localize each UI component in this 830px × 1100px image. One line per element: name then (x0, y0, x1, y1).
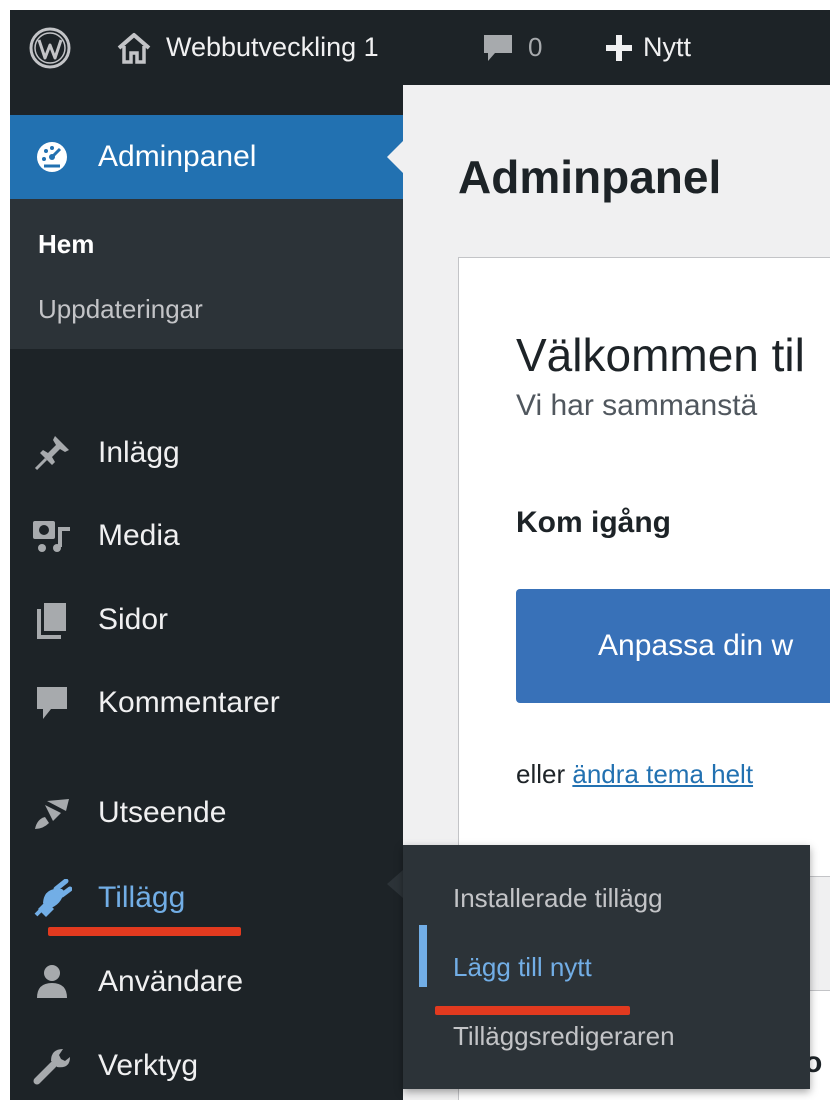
menu-label-media: Media (98, 519, 180, 552)
user-icon (32, 962, 72, 1002)
welcome-panel: Välkommen til Vi har sammanstä Kom igång… (458, 257, 830, 877)
menu-item-pages[interactable]: Sidor (10, 580, 403, 660)
annotation-underline-plugins (48, 927, 241, 936)
comment-icon (32, 683, 72, 723)
get-started-heading: Kom igång (516, 506, 671, 539)
plus-icon (606, 34, 632, 61)
wp-admin-window: Webbutveckling 1 0 Nytt Adminpanel Hem U… (10, 10, 830, 1100)
menu-label-appearance: Utseende (98, 796, 227, 829)
submenu-item-home[interactable]: Hem (38, 229, 94, 260)
site-name: Webbutveckling 1 (166, 32, 379, 62)
change-theme-link[interactable]: ändra tema helt (572, 759, 753, 789)
home-icon (117, 32, 151, 64)
flyout-item-add-new[interactable]: Lägg till nytt (453, 952, 592, 983)
flyout-item-plugin-editor[interactable]: Tilläggsredigeraren (453, 1021, 675, 1052)
welcome-subtitle: Vi har sammanstä (516, 389, 758, 422)
pages-icon (32, 600, 72, 640)
comment-count: 0 (528, 32, 543, 62)
site-name-link[interactable]: Webbutveckling 1 (116, 10, 379, 85)
menu-item-users[interactable]: Användare (10, 942, 403, 1022)
menu-item-appearance[interactable]: Utseende (10, 773, 403, 853)
admin-bar: Webbutveckling 1 0 Nytt (10, 10, 830, 85)
customize-site-button[interactable]: Anpassa din w (516, 589, 830, 703)
menu-item-posts[interactable]: Inlägg (10, 413, 403, 493)
menu-item-dashboard[interactable]: Adminpanel (10, 115, 403, 199)
submenu-item-updates[interactable]: Uppdateringar (38, 294, 203, 325)
menu-label-comments: Kommentarer (98, 686, 280, 719)
pin-icon (32, 433, 72, 473)
wordpress-logo-button[interactable] (28, 10, 72, 85)
comments-link[interactable]: 0 (482, 10, 542, 85)
admin-menu: Adminpanel Hem Uppdateringar Inlägg Medi… (10, 85, 403, 1100)
wordpress-logo-icon (29, 27, 71, 68)
new-label: Nytt (643, 32, 692, 62)
flyout-item-installed-plugins[interactable]: Installerade tillägg (453, 883, 663, 914)
or-text: eller (516, 759, 566, 789)
menu-item-comments[interactable]: Kommentarer (10, 663, 403, 743)
change-theme-line: eller ändra tema helt (516, 759, 753, 790)
menu-label-dashboard: Adminpanel (98, 140, 257, 173)
plugin-icon (32, 878, 72, 918)
comment-icon (484, 34, 512, 61)
menu-label-users: Användare (98, 965, 244, 998)
active-menu-arrow (387, 141, 403, 173)
menu-label-pages: Sidor (98, 603, 169, 636)
flyout-pointer (387, 870, 403, 898)
dashboard-submenu: Hem Uppdateringar (10, 199, 403, 349)
menu-item-media[interactable]: Media (10, 496, 403, 576)
menu-item-tools[interactable]: Verktyg (10, 1026, 403, 1100)
menu-item-plugins[interactable]: Tillägg (10, 858, 403, 938)
menu-label-tools: Verktyg (98, 1049, 199, 1082)
dashboard-icon (32, 137, 72, 177)
new-content-link[interactable]: Nytt (605, 10, 691, 85)
flyout-current-indicator (419, 925, 427, 987)
plugins-flyout-menu: Installerade tillägg Lägg till nytt Till… (403, 845, 810, 1089)
brush-icon (32, 793, 72, 833)
page-title: Adminpanel (458, 151, 722, 203)
menu-label-plugins: Tillägg (98, 881, 186, 914)
wrench-icon (32, 1046, 72, 1086)
welcome-title: Välkommen til (516, 329, 805, 381)
menu-label-posts: Inlägg (98, 436, 180, 469)
media-icon (32, 516, 72, 556)
annotation-underline-add-new (435, 1006, 630, 1015)
customize-site-label: Anpassa din w (598, 629, 794, 662)
